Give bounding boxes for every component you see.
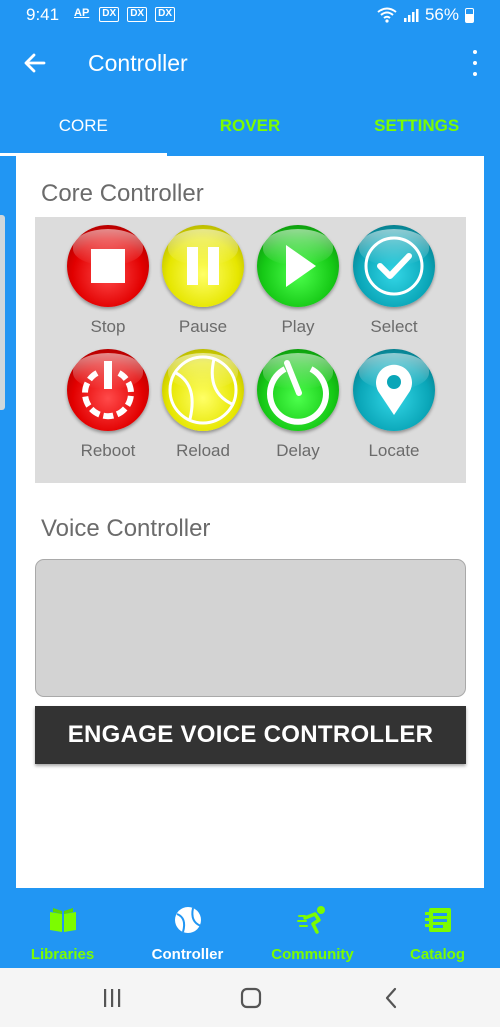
- nav-controller[interactable]: Controller: [125, 888, 250, 968]
- notification-app-icon: DX: [99, 7, 120, 22]
- engage-voice-controller-button[interactable]: ENGAGE VOICE CONTROLLER: [35, 706, 466, 764]
- pause-control[interactable]: Pause: [155, 225, 251, 337]
- nav-catalog-label: Catalog: [409, 946, 465, 963]
- home-icon[interactable]: [239, 986, 263, 1010]
- tab-core[interactable]: CORE: [0, 98, 167, 156]
- tab-rover[interactable]: ROVER: [167, 98, 334, 156]
- reload-button[interactable]: [162, 349, 244, 431]
- power-icon: [82, 361, 134, 420]
- runner-icon: [296, 906, 325, 934]
- nav-community[interactable]: Community: [250, 888, 375, 968]
- nav-community-label: Community: [271, 946, 354, 963]
- battery-percent: 56%: [424, 5, 459, 24]
- reboot-button[interactable]: [67, 349, 149, 431]
- pause-icon: [187, 247, 219, 285]
- play-control[interactable]: Play: [250, 225, 346, 337]
- locate-label: Locate: [368, 441, 420, 460]
- nav-libraries-label: Libraries: [30, 946, 95, 963]
- delay-label: Delay: [276, 441, 320, 460]
- select-button[interactable]: [353, 225, 435, 307]
- core-controller-panel: Stop Pause Play Select Reboot Reload Del…: [35, 217, 466, 483]
- arrow-left-icon[interactable]: [20, 48, 50, 78]
- pause-button[interactable]: [162, 225, 244, 307]
- voice-transcript-box[interactable]: [35, 559, 466, 697]
- play-icon: [286, 245, 316, 287]
- notification-app-icon: DX: [155, 7, 175, 22]
- core-controller-title: Core Controller: [41, 180, 204, 207]
- battery-icon: [465, 7, 474, 23]
- play-button[interactable]: [257, 225, 339, 307]
- notification-app-icon: DX: [127, 7, 148, 22]
- timer-icon: [267, 360, 329, 425]
- page-title: Controller: [88, 50, 188, 76]
- drawer-edge-handle[interactable]: [0, 215, 5, 410]
- locate-control[interactable]: Locate: [346, 349, 442, 461]
- locate-button[interactable]: [353, 349, 435, 431]
- reload-label: Reload: [176, 441, 230, 460]
- signal-icon: [403, 9, 419, 22]
- stop-button[interactable]: [67, 225, 149, 307]
- stop-control[interactable]: Stop: [60, 225, 156, 337]
- map-pin-icon: [376, 364, 412, 415]
- recent-apps-icon[interactable]: [100, 986, 124, 1010]
- check-icon: [364, 236, 424, 296]
- notification-ap-icon: AP: [74, 7, 90, 19]
- delay-control[interactable]: Delay: [250, 349, 346, 461]
- select-label: Select: [370, 317, 418, 336]
- play-label: Play: [281, 317, 315, 336]
- reboot-label: Reboot: [80, 441, 136, 460]
- system-navigation-bar: [0, 968, 500, 1027]
- status-right: 56%: [377, 5, 474, 25]
- more-vertical-icon[interactable]: [470, 50, 480, 76]
- status-bar: 9:41 AP DX DX DX 56%: [0, 0, 500, 30]
- select-control[interactable]: Select: [346, 225, 442, 337]
- status-time: 9:41: [26, 5, 60, 24]
- bottom-navigation: Libraries Controller Community Catalog: [0, 888, 500, 968]
- stop-label: Stop: [90, 317, 126, 336]
- back-nav-icon[interactable]: [380, 986, 404, 1010]
- reboot-control[interactable]: Reboot: [60, 349, 156, 461]
- delay-button[interactable]: [257, 349, 339, 431]
- tab-settings[interactable]: SETTINGS: [333, 98, 500, 156]
- wifi-icon: [377, 7, 397, 23]
- book-icon: [49, 908, 76, 932]
- nav-controller-label: Controller: [151, 946, 224, 963]
- tennis-ball-icon: [168, 355, 238, 425]
- pause-label: Pause: [178, 317, 228, 336]
- nav-libraries[interactable]: Libraries: [0, 888, 125, 968]
- stop-icon: [91, 249, 125, 283]
- app-bar: Controller: [0, 30, 500, 98]
- main-content: Core Controller Stop Pause Play Select R…: [16, 156, 484, 888]
- catalog-icon: [424, 908, 451, 932]
- tab-bar: CORE ROVER SETTINGS: [0, 98, 500, 156]
- ball-icon: [174, 907, 201, 933]
- reload-control[interactable]: Reload: [155, 349, 251, 461]
- voice-controller-title: Voice Controller: [41, 515, 211, 542]
- nav-catalog[interactable]: Catalog: [375, 888, 500, 968]
- notification-icons: AP DX DX DX: [72, 7, 175, 22]
